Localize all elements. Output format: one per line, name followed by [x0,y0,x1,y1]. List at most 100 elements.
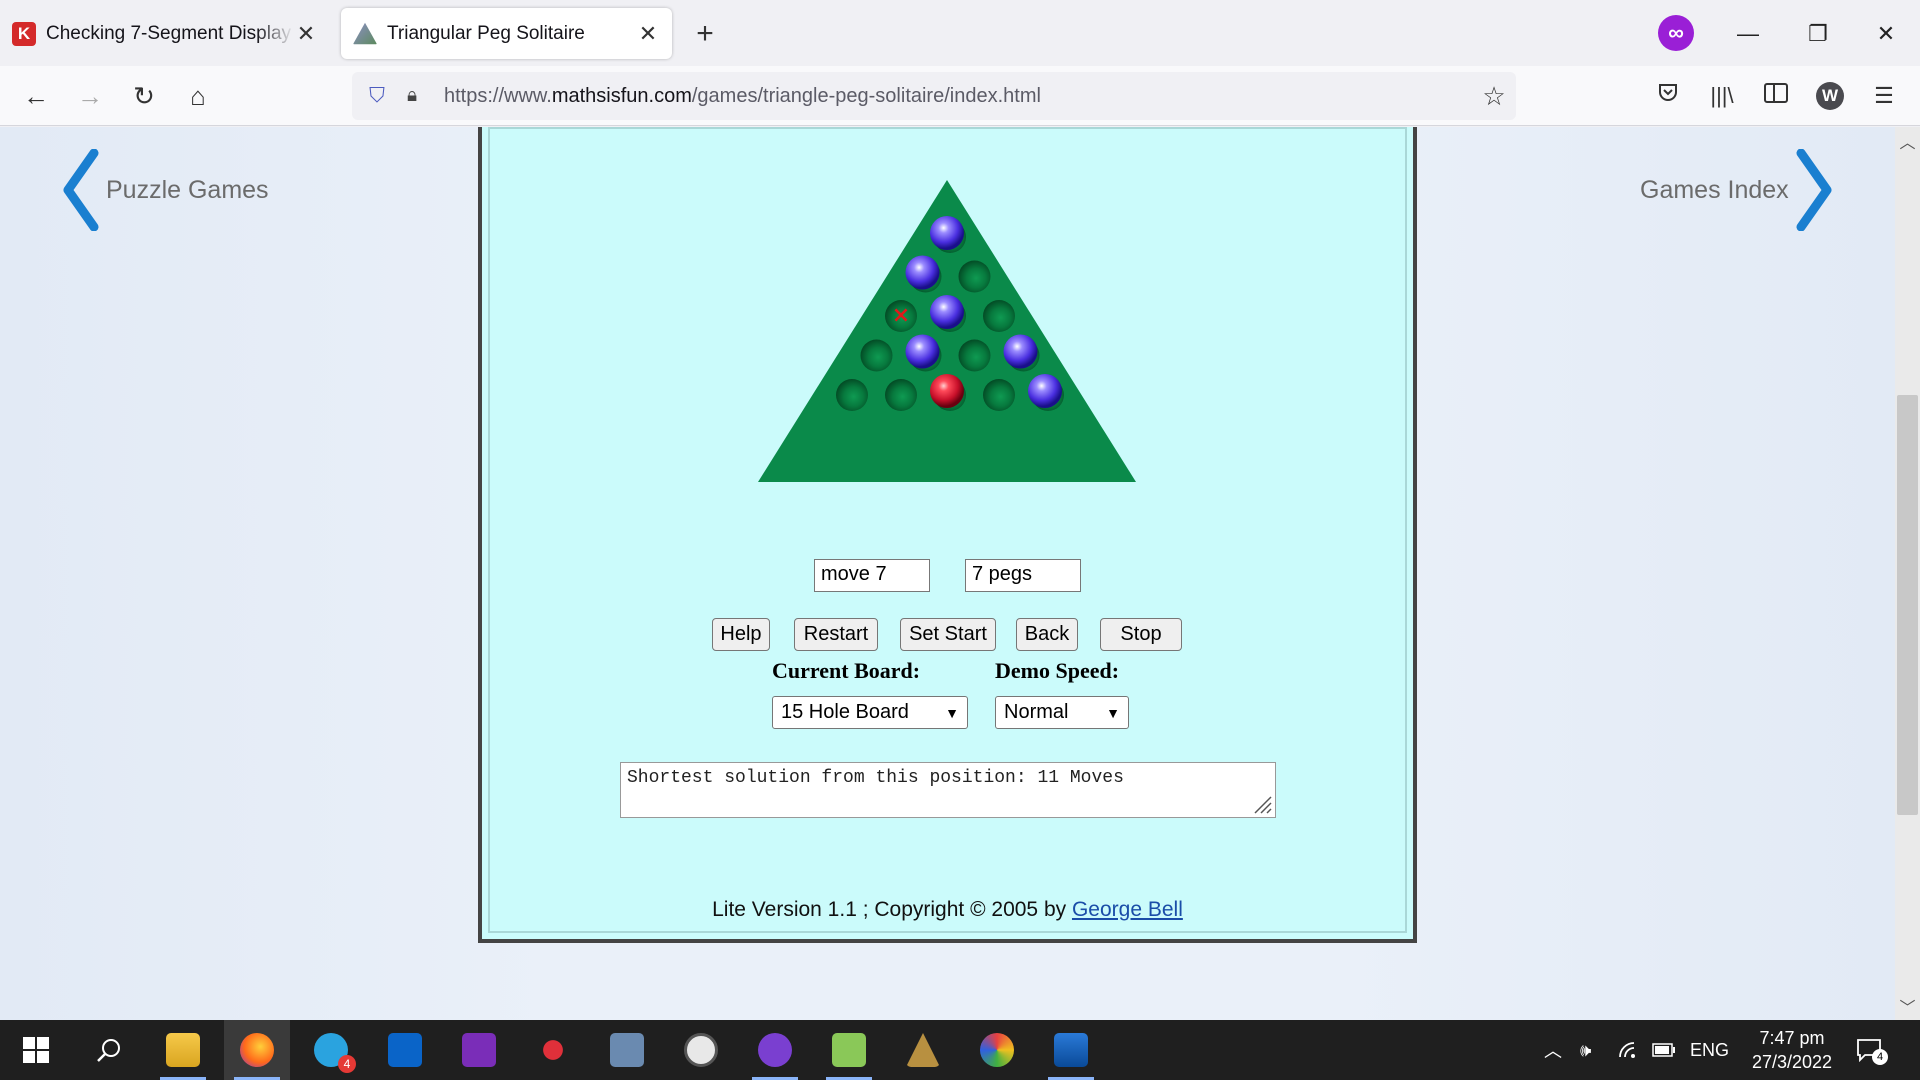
notepad-app-icon[interactable] [816,1020,882,1080]
lock-icon[interactable]: 🔒︎ [400,85,424,107]
peg[interactable] [905,255,940,290]
peg-counter: 7 pegs [965,559,1081,592]
solution-message: Shortest solution from this position: 11… [627,768,1124,788]
telegram-badge: 4 [338,1055,356,1073]
clock-time: 7:47 pm [1759,1028,1825,1048]
board-hole[interactable] [983,379,1015,411]
app-icon[interactable] [594,1020,660,1080]
menu-icon[interactable]: ☰ [1864,76,1904,116]
peg[interactable] [1028,374,1062,408]
chemistry-app-icon[interactable] [890,1020,956,1080]
tab-title: Checking 7-Segment Display - S [46,22,294,44]
home-icon[interactable]: ⌂ [178,76,218,116]
shield-icon[interactable]: ⛉ [364,84,390,108]
board-hole[interactable] [958,339,991,372]
tab-7-segment[interactable]: K Checking 7-Segment Display - S ✕ [0,8,330,59]
restart-button[interactable]: Restart [794,618,878,651]
peg[interactable] [930,295,964,329]
new-tab-button[interactable]: + [690,16,720,52]
close-tab-icon[interactable]: ✕ [636,21,660,47]
windows-taskbar: 4 ︿ 🕪︎ ENG 7:47 pm 27/3/2022 4 [0,1020,1920,1080]
peg[interactable] [930,216,964,250]
board-hole[interactable] [860,339,893,372]
forward-arrow-icon[interactable]: → [70,76,110,116]
volume-icon[interactable]: 🕪︎ [1580,1020,1591,1080]
close-window-button[interactable]: ✕ [1864,12,1908,56]
selected-peg[interactable] [930,374,964,408]
chevron-left-icon [63,149,99,231]
system-clock[interactable]: 7:47 pm 27/3/2022 [1732,1026,1852,1074]
games-index-link[interactable]: Games Index [1640,149,1895,231]
page-content: Puzzle Games Games Index × move 7 7 pegs… [0,127,1895,1020]
reload-icon[interactable]: ↻ [124,76,164,116]
board-select-value: 15 Hole Board [781,701,909,723]
navigation-toolbar: ← → ↻ ⌂ ⛉ 🔒︎ https://www.mathsisfun.com/… [0,66,1920,126]
minimize-button[interactable]: — [1726,12,1770,56]
resize-handle-icon[interactable] [1251,793,1273,815]
chevron-up-icon[interactable]: ︿ [1544,1020,1562,1080]
chevron-down-icon: ▼ [945,704,959,721]
help-button[interactable]: Help [712,618,770,651]
private-mask-icon[interactable]: ∞ [1658,15,1694,51]
windows-start-icon[interactable] [3,1020,69,1080]
battery-icon[interactable] [1652,1020,1676,1080]
photos-app-icon[interactable] [1038,1020,1104,1080]
current-board-label: Current Board: [772,658,921,683]
firefox-icon[interactable] [224,1020,290,1080]
solution-message-box[interactable]: Shortest solution from this position: 11… [620,762,1276,818]
tab-strip: K Checking 7-Segment Display - S ✕ Trian… [0,0,1920,66]
scrollbar-thumb[interactable] [1897,395,1918,815]
scroll-up-icon[interactable]: ︿ [1895,129,1920,153]
search-icon[interactable] [76,1020,142,1080]
board-hole[interactable] [885,379,917,411]
games-index-label: Games Index [1640,175,1789,204]
move-counter: move 7 [814,559,930,592]
set-start-button[interactable]: Set Start [900,618,996,651]
tab-peg-solitaire[interactable]: Triangular Peg Solitaire ✕ [341,8,672,59]
molecule-app-icon[interactable] [520,1020,586,1080]
stop-button[interactable]: Stop [1100,618,1182,651]
back-button[interactable]: Back [1016,618,1078,651]
outlook-icon[interactable] [372,1020,438,1080]
back-arrow-icon[interactable]: ← [16,76,56,116]
paint-app-icon[interactable] [964,1020,1030,1080]
board-hole[interactable] [836,379,868,411]
puzzle-games-label: Puzzle Games [106,175,269,204]
telegram-icon[interactable]: 4 [298,1020,364,1080]
bookmark-star-icon[interactable]: ☆ [1472,81,1516,112]
george-bell-link[interactable]: George Bell [1072,898,1183,921]
page-scrollbar[interactable]: ︿ ﹀ [1895,127,1920,1020]
notifications-badge: 4 [1872,1049,1888,1065]
github-icon[interactable] [742,1020,808,1080]
url-text[interactable]: https://www.mathsisfun.com/games/triangl… [444,85,1472,108]
speed-select[interactable]: Normal ▼ [995,696,1129,729]
scroll-down-icon[interactable]: ﹀ [1895,994,1920,1018]
peg-board[interactable]: × [754,176,1140,486]
board-hole[interactable] [958,260,991,293]
onenote-icon[interactable] [446,1020,512,1080]
footer-text: Lite Version 1.1 ; Copyright © 2005 by [712,898,1072,921]
language-indicator[interactable]: ENG [1690,1020,1729,1080]
triangle-icon [353,22,377,45]
restore-button[interactable]: ❐ [1796,12,1840,56]
sidebar-icon[interactable] [1756,76,1796,116]
tab-title: Triangular Peg Solitaire [387,22,585,44]
address-bar[interactable]: ⛉ 🔒︎ https://www.mathsisfun.com/games/tr… [352,72,1516,120]
avatar-initial: W [1816,82,1844,110]
account-avatar[interactable]: W [1810,76,1850,116]
board-hole[interactable] [983,300,1015,332]
puzzle-games-link[interactable]: Puzzle Games [58,149,269,231]
game-frame: × move 7 7 pegs Help Restart Set Start B… [478,127,1417,943]
clock-app-icon[interactable] [668,1020,734,1080]
file-explorer-icon[interactable] [150,1020,216,1080]
wifi-icon[interactable] [1618,1020,1640,1080]
close-tab-icon[interactable]: ✕ [294,21,318,47]
board-select[interactable]: 15 Hole Board ▼ [772,696,968,729]
chevron-down-icon: ▼ [1106,704,1120,721]
peg[interactable] [905,334,940,369]
notifications-icon[interactable]: 4 [1856,1020,1888,1080]
chevron-right-icon [1796,149,1832,231]
peg[interactable] [1003,334,1038,369]
pocket-icon[interactable] [1648,76,1688,116]
library-icon[interactable]: |||\ [1702,76,1742,116]
